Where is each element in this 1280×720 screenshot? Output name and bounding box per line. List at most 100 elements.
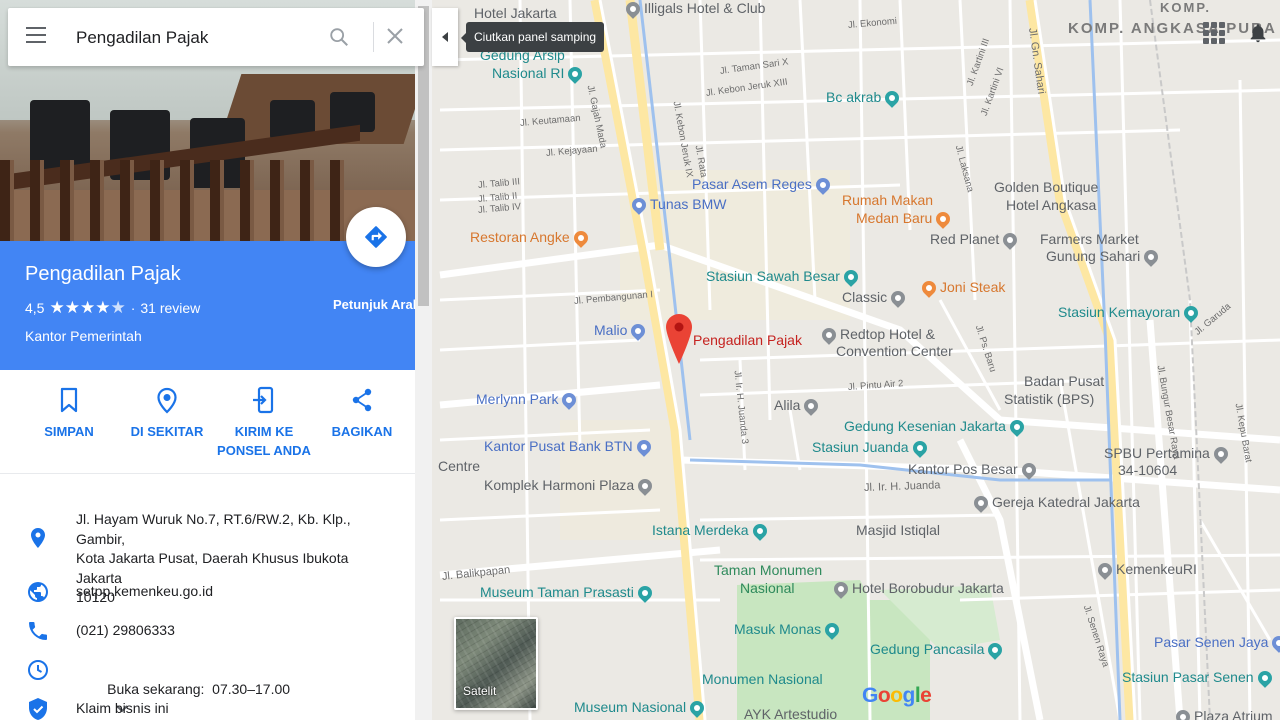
shopping-icon: [628, 321, 649, 342]
phone-number[interactable]: (021) 29806333: [76, 621, 396, 641]
poi-hotel-borobudur[interactable]: Hotel Borobudur Jakarta: [830, 579, 1004, 600]
poi-merlynn-park[interactable]: Merlynn Park: [476, 390, 580, 411]
church-icon: [971, 493, 991, 514]
search-input[interactable]: Pengadilan Pajak: [76, 28, 208, 48]
poi-masuk-monas[interactable]: Masuk Monas: [734, 620, 843, 641]
poi-gedung-pancasila[interactable]: Gedung Pancasila: [870, 640, 1006, 661]
poi-bc-akrab[interactable]: Bc akrab: [826, 88, 903, 109]
save-button[interactable]: SIMPAN: [21, 386, 117, 441]
search-box[interactable]: Pengadilan Pajak: [8, 8, 424, 66]
train-station-icon: [1181, 303, 1202, 324]
shopping-icon: [1173, 707, 1193, 720]
verified-shield-icon: [29, 698, 47, 720]
poi-istana-merdeka[interactable]: Istana Merdeka: [652, 521, 771, 542]
poi-red-planet[interactable]: Red Planet: [930, 230, 1021, 251]
poi-museum-taman-prasasti[interactable]: Museum Taman Prasasti: [480, 583, 656, 604]
place-marker-label[interactable]: Pengadilan Pajak: [693, 332, 802, 348]
poi-golden-boutique[interactable]: Golden Boutique: [994, 179, 1098, 195]
poi-hotel-jakarta[interactable]: Hotel Jakarta: [474, 5, 556, 21]
satellite-toggle[interactable]: Satelit: [454, 617, 538, 710]
poi-pasar-senen-jaya[interactable]: Pasar Senen Jaya: [1154, 633, 1280, 654]
poi-joni-steak[interactable]: Joni Steak: [918, 278, 1005, 299]
hotel-icon: [559, 390, 580, 411]
search-icon[interactable]: [328, 26, 350, 48]
shopping-icon: [1141, 247, 1162, 268]
poi-nasional-ri[interactable]: Nasional RI: [492, 64, 586, 85]
poi-plaza-atrium[interactable]: Plaza Atrium: [1172, 707, 1273, 720]
poi-gereja-katedral[interactable]: Gereja Katedral Jakarta: [970, 493, 1140, 514]
poi-centre[interactable]: Centre: [438, 458, 480, 474]
poi-ayk-artestudio[interactable]: AYK Artestudio: [744, 706, 837, 720]
apps-grid-icon[interactable]: [1203, 22, 1225, 44]
museum-icon: [634, 583, 655, 604]
claim-business-link[interactable]: Klaim bisnis ini: [76, 699, 396, 719]
poi-masjid-istiqlal[interactable]: Masjid Istiqlal: [856, 522, 940, 538]
location-pin-icon: [31, 528, 45, 548]
caret-left-icon: [442, 32, 448, 42]
poi-illigals[interactable]: Illigals Hotel & Club: [622, 0, 765, 20]
poi-medan-baru[interactable]: Medan Baru: [856, 209, 954, 230]
poi-kemenkeuri[interactable]: KemenkeuRI: [1094, 560, 1197, 581]
poi-museum-nasional[interactable]: Museum Nasional: [574, 698, 708, 719]
reviews-link[interactable]: 31 review: [140, 300, 200, 316]
poi-hotel-angkasa[interactable]: Hotel Angkasa: [1006, 197, 1096, 213]
poi-bps-2[interactable]: Statistik (BPS): [1004, 391, 1094, 407]
poi-bank-btn[interactable]: Kantor Pusat Bank BTN: [484, 437, 655, 458]
share-icon: [352, 388, 372, 412]
poi-monumen-nasional[interactable]: Monumen Nasional: [702, 671, 823, 687]
restaurant-icon: [570, 228, 591, 249]
side-panel: Pengadilan Pajak 4,5 ★★★★★ · 31 review K…: [0, 0, 415, 720]
restaurant-icon: [933, 209, 954, 230]
poi-stasiun-kemayoran[interactable]: Stasiun Kemayoran: [1058, 303, 1202, 324]
menu-icon[interactable]: [26, 27, 46, 45]
poi-malio[interactable]: Malio: [594, 321, 649, 342]
clock-icon: [28, 660, 48, 680]
address-line: Jl. Hayam Wuruk No.7, RT.6/RW.2, Kb. Klp…: [76, 511, 351, 547]
poi-convention-center[interactable]: Convention Center: [836, 343, 953, 359]
notifications-bell-icon[interactable]: [1247, 22, 1269, 44]
collapse-panel-tooltip: Ciutkan panel samping: [460, 22, 605, 52]
rating-row: 4,5 ★★★★★ · 31 review: [25, 298, 200, 318]
place-marker-icon[interactable]: [666, 314, 692, 364]
reviews-bullet: ·: [130, 300, 136, 316]
poi-redtop-hotel[interactable]: Redtop Hotel &: [818, 325, 935, 346]
shopping-icon: [812, 175, 833, 196]
send-to-phone-button[interactable]: KIRIM KE PONSEL ANDA: [216, 386, 312, 460]
directions-label[interactable]: Petunjuk Arah: [333, 297, 415, 312]
poi-kantor-pos-besar[interactable]: Kantor Pos Besar: [908, 460, 1040, 481]
museum-icon: [687, 698, 707, 719]
poi-stasiun-sawah-besar[interactable]: Stasiun Sawah Besar: [706, 267, 862, 288]
poi-gunung-sahari[interactable]: Gunung Sahari: [1046, 247, 1162, 268]
nearby-button[interactable]: DI SEKITAR: [119, 386, 215, 441]
poi-pasar-asem-reges[interactable]: Pasar Asem Reges: [692, 175, 834, 196]
poi-taman-monumen[interactable]: Taman Monumen: [714, 562, 822, 578]
close-icon[interactable]: [386, 27, 404, 45]
poi-stasiun-juanda[interactable]: Stasiun Juanda: [812, 438, 931, 459]
poi-tunas-bmw[interactable]: Tunas BMW: [628, 195, 727, 216]
account-toolbar: [1203, 22, 1269, 44]
poi-taman-nasional[interactable]: Nasional: [740, 580, 794, 596]
government-icon: [1095, 560, 1115, 581]
poi-bps[interactable]: Badan Pusat: [1024, 373, 1104, 389]
poi-gedung-kesenian[interactable]: Gedung Kesenian Jakarta: [844, 417, 1028, 438]
car-dealer-icon: [629, 195, 649, 216]
poi-restoran-angke[interactable]: Restoran Angke: [470, 228, 592, 249]
share-button[interactable]: BAGIKAN: [314, 386, 410, 441]
poi-classic[interactable]: Classic: [842, 288, 909, 309]
place-category[interactable]: Kantor Pemerintah: [25, 328, 142, 344]
landmark-icon: [1006, 417, 1027, 438]
poi-stasiun-pasar-senen[interactable]: Stasiun Pasar Senen: [1122, 668, 1276, 689]
poi-farmers-market[interactable]: Farmers Market: [1040, 231, 1139, 247]
search-divider: [373, 22, 374, 52]
directions-icon: [365, 226, 387, 248]
poi-alila[interactable]: Alila: [774, 396, 822, 417]
poi-harmoni-plaza[interactable]: Komplek Harmoni Plaza: [484, 476, 656, 497]
poi-rumah-makan[interactable]: Rumah Makan: [842, 192, 933, 208]
rating-stars-icon: ★★★★★: [49, 298, 126, 317]
hotel-icon: [801, 396, 822, 417]
train-station-icon: [1254, 668, 1275, 689]
directions-button[interactable]: [346, 207, 406, 267]
website-link[interactable]: setpp.kemenkeu.go.id: [76, 582, 396, 602]
collapse-panel-button[interactable]: [432, 8, 458, 66]
hotel-icon: [1000, 230, 1021, 251]
